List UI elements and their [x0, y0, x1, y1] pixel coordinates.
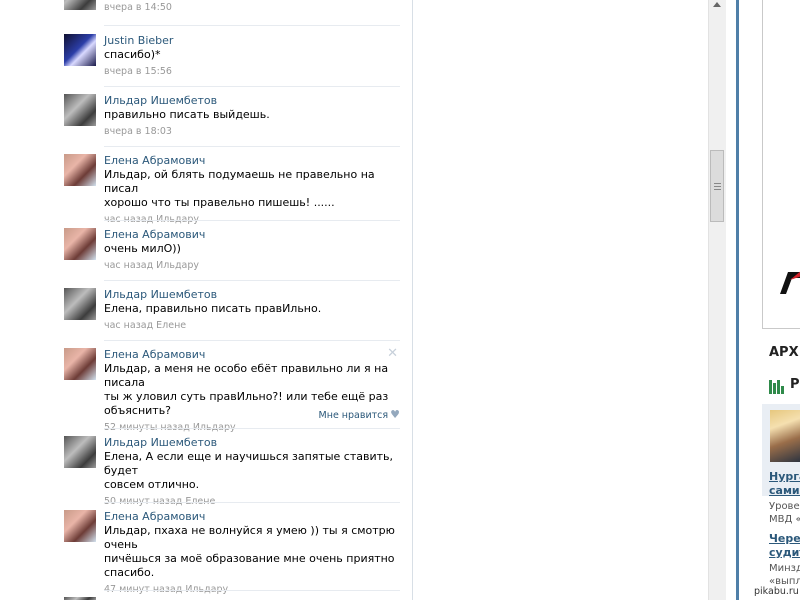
comment-meta[interactable]: вчера в 18:03 — [104, 126, 404, 138]
avatar[interactable] — [64, 94, 96, 126]
news-summary: Урове — [769, 501, 800, 512]
news-summary: Минзд — [769, 563, 800, 574]
avatar[interactable] — [64, 288, 96, 320]
divider — [104, 280, 400, 281]
comment-text: Ильдар, пхаха не волнуйся я умею )) ты я… — [104, 524, 395, 579]
comment-author[interactable]: Елена Абрамович — [104, 228, 404, 241]
scrollbar-thumb[interactable] — [710, 150, 724, 222]
like-button[interactable]: Мне нравится ♥ — [319, 409, 400, 422]
comment-meta[interactable]: час назад Елене — [104, 320, 404, 332]
divider — [104, 86, 400, 87]
comment-text: Елена, А если еще и научишься запятые ст… — [104, 450, 393, 491]
grip-line — [714, 189, 721, 190]
avatar[interactable] — [64, 436, 96, 468]
avatar[interactable] — [64, 0, 96, 10]
close-icon[interactable]: ✕ — [387, 346, 398, 361]
comment-author[interactable]: Ильдар Ишембетов — [104, 94, 404, 107]
chart-bars-icon — [769, 380, 785, 394]
news-summary: МВД « — [769, 514, 800, 525]
brand-logo-icon — [780, 271, 800, 294]
divider — [104, 340, 400, 341]
comment-meta[interactable]: вчера в 15:56 — [104, 66, 404, 78]
scroll-up-arrow-icon[interactable] — [713, 2, 721, 7]
news-thumbnail[interactable] — [770, 410, 800, 462]
news-link[interactable]: самих — [769, 484, 800, 498]
archive-heading: АРХ — [769, 345, 799, 360]
avatar[interactable] — [64, 34, 96, 66]
comment-text: Елена, правильно писать правИльно. — [104, 302, 322, 315]
comment-author[interactable]: Justin Bieber — [104, 34, 404, 47]
avatar[interactable] — [64, 510, 96, 542]
comment-author[interactable]: Елена Абрамович — [104, 348, 404, 361]
section-title: Р — [790, 377, 800, 392]
like-label: Мне нравится — [318, 410, 389, 421]
comment-text: Ильдар, ой блять подумаешь не правельно … — [104, 168, 375, 209]
divider — [104, 146, 400, 147]
divider — [104, 220, 400, 221]
divider — [104, 502, 400, 503]
comment-text: правильно писать выйдешь. — [104, 108, 270, 121]
divider — [104, 590, 400, 591]
divider — [104, 428, 400, 429]
heart-icon: ♥ — [390, 408, 400, 421]
divider — [104, 25, 400, 26]
accent-line — [736, 0, 739, 600]
comment-author[interactable]: Ильдар Ишембетов — [104, 436, 404, 449]
avatar[interactable] — [64, 348, 96, 380]
comments-column: вчера в 14:50 Justin Bieber спасибо)* вч… — [58, 0, 413, 600]
watermark: pikabu.ru — [752, 586, 800, 597]
avatar[interactable] — [64, 154, 96, 186]
avatar[interactable] — [64, 228, 96, 260]
comment-meta[interactable]: вчера в 14:50 — [104, 2, 404, 14]
news-link[interactable]: Нурга — [769, 470, 800, 484]
news-link[interactable]: Чере — [769, 532, 800, 546]
comment-author[interactable]: Елена Абрамович — [104, 510, 404, 523]
grip-line — [714, 183, 721, 184]
comment-text: спасибо)* — [104, 48, 161, 61]
comment-text: очень милО)) — [104, 242, 181, 255]
news-link[interactable]: судит — [769, 546, 800, 560]
comment-meta[interactable]: час назад Ильдару — [104, 260, 404, 272]
grip-line — [714, 186, 721, 187]
comment-author[interactable]: Елена Абрамович — [104, 154, 404, 167]
comment-author[interactable]: Ильдар Ишембетов — [104, 288, 404, 301]
scrollbar[interactable] — [708, 0, 726, 600]
